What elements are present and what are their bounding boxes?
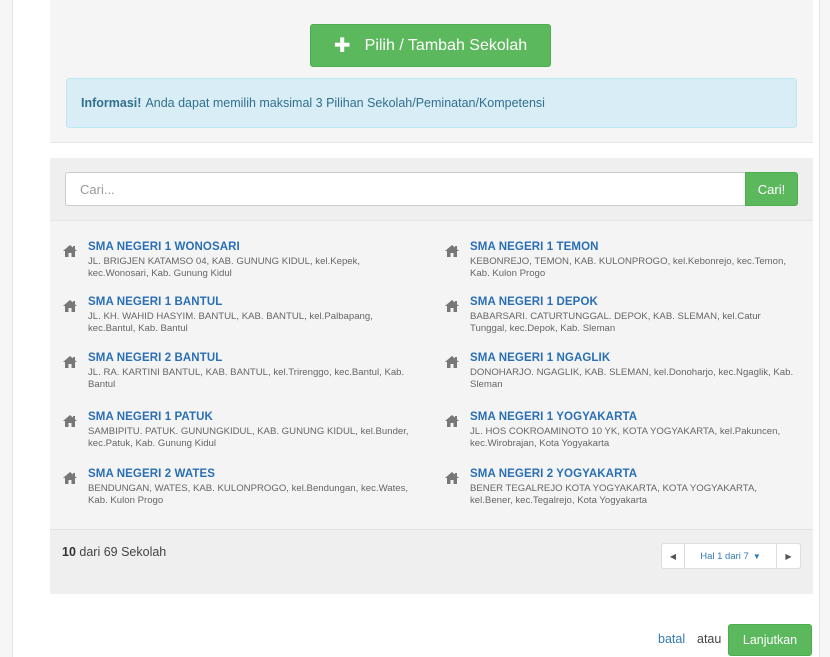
- home-icon: [62, 244, 78, 258]
- school-address: SAMBIPITU. PATUK. GUNUNGKIDUL, KAB. GUNU…: [88, 426, 409, 449]
- school-name-link[interactable]: SMA NEGERI 1 WONOSARI: [88, 241, 240, 253]
- search-bar: Cari!: [65, 172, 798, 206]
- pagination-prev-button[interactable]: ◀: [662, 544, 685, 568]
- home-icon: [444, 414, 460, 428]
- school-name-link[interactable]: SMA NEGERI 2 BANTUL: [88, 352, 222, 364]
- school-address: BENER TEGALREJO KOTA YOGYAKARTA, KOTA YO…: [470, 483, 758, 506]
- school-name-link[interactable]: SMA NEGERI 1 TEMON: [470, 241, 599, 253]
- pagination-next-button[interactable]: ▶: [777, 544, 800, 568]
- cancel-link[interactable]: batal: [658, 632, 685, 646]
- school-name-link[interactable]: SMA NEGERI 1 NGAGLIK: [470, 352, 610, 364]
- school-address: BABARSARI. CATURTUNGGAL. DEPOK, KAB. SLE…: [470, 311, 761, 334]
- result-count-shown: 10: [62, 545, 76, 559]
- pagination-page-label: Hal 1 dari 7: [700, 550, 749, 562]
- school-address: BENDUNGAN, WATES, KAB. KULONPROGO, kel.B…: [88, 483, 409, 506]
- plus-icon: ✚: [333, 34, 351, 57]
- school-address: JL. HOS COKROAMINOTO 10 YK, KOTA YOGYAKA…: [470, 426, 781, 449]
- pagination: ◀ Hal 1 dari 7 ▼ ▶: [661, 543, 801, 569]
- home-icon: [444, 244, 460, 258]
- home-icon: [62, 299, 78, 313]
- info-alert: Informasi! Anda dapat memilih maksimal 3…: [66, 78, 797, 128]
- home-icon: [444, 355, 460, 369]
- home-icon: [62, 414, 78, 428]
- result-count: 10 dari 69 Sekolah: [62, 545, 166, 559]
- add-school-label: Pilih / Tambah Sekolah: [364, 36, 528, 54]
- home-icon: [62, 355, 78, 369]
- school-name-link[interactable]: SMA NEGERI 2 WATES: [88, 468, 215, 480]
- chevron-right-icon: ▶: [785, 551, 792, 561]
- right-gutter: [819, 0, 830, 657]
- pagination-page-select[interactable]: Hal 1 dari 7 ▼: [685, 544, 777, 568]
- school-name-link[interactable]: SMA NEGERI 1 YOGYAKARTA: [470, 411, 637, 423]
- or-label: atau: [697, 632, 722, 646]
- school-name-link[interactable]: SMA NEGERI 1 DEPOK: [470, 296, 598, 308]
- school-name-link[interactable]: SMA NEGERI 1 BANTUL: [88, 296, 222, 308]
- result-count-text: dari 69 Sekolah: [79, 545, 167, 559]
- home-icon: [62, 471, 78, 485]
- school-address: KEBONREJO, TEMON, KAB. KULONPROGO, kel.K…: [470, 256, 786, 279]
- info-alert-text: Anda dapat memilih maksimal 3 Pilihan Se…: [145, 96, 545, 110]
- school-address: DONOHARJO. NGAGLIK, KAB. SLEMAN, kel.Don…: [470, 367, 794, 390]
- school-address: JL. RA. KARTINI BANTUL, KAB. BANTUL, kel…: [88, 367, 405, 390]
- school-address: JL. BRIGJEN KATAMSO 04, KAB. GUNUNG KIDU…: [88, 256, 361, 279]
- search-button[interactable]: Cari!: [745, 172, 798, 206]
- school-address: JL. KH. WAHID HASYIM. BANTUL, KAB. BANTU…: [88, 311, 373, 334]
- left-gutter: [0, 0, 13, 657]
- search-input[interactable]: [65, 172, 745, 206]
- info-alert-title: Informasi!: [81, 96, 142, 110]
- continue-button[interactable]: Lanjutkan: [728, 624, 812, 656]
- school-name-link[interactable]: SMA NEGERI 1 PATUK: [88, 411, 213, 423]
- home-icon: [444, 299, 460, 313]
- school-name-link[interactable]: SMA NEGERI 2 YOGYAKARTA: [470, 468, 637, 480]
- home-icon: [444, 471, 460, 485]
- caret-down-icon: ▼: [752, 551, 761, 561]
- add-school-button[interactable]: ✚ Pilih / Tambah Sekolah: [310, 24, 551, 67]
- chevron-left-icon: ◀: [669, 551, 677, 561]
